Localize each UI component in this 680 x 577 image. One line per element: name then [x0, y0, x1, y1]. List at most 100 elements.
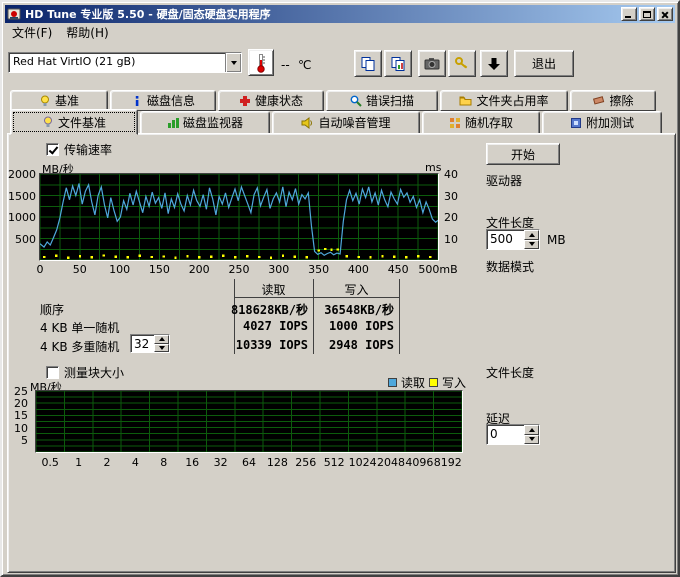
menu-help[interactable]: 帮助(H) [59, 22, 115, 43]
tab-disk-info[interactable]: 磁盘信息 [110, 90, 216, 111]
tick-label: 350 [308, 263, 329, 276]
screenshot-button[interactable] [418, 50, 446, 77]
stepper-up-icon[interactable] [524, 230, 539, 240]
tick-label: 500 [2, 233, 36, 246]
tab-erase[interactable]: 擦除 [570, 90, 656, 111]
tab-random-access[interactable]: 随机存取 [422, 111, 540, 134]
tick-label: 256 [295, 456, 316, 469]
tick-label: 25 [2, 385, 28, 398]
tick-label: 5 [2, 434, 28, 447]
tab-error-scan[interactable]: 错误扫描 [326, 90, 438, 111]
copy-button[interactable] [354, 50, 382, 77]
tick-label: 40 [444, 168, 458, 181]
tick-label: 8 [160, 456, 167, 469]
chart1-x-axis: 050100150200250300350400450500mB [40, 263, 440, 275]
thermometer-icon [255, 53, 267, 73]
camera-icon [424, 57, 440, 71]
transfer-rate-checkbox-label: 传输速率 [64, 141, 112, 158]
drive-label: 驱动器 [486, 172, 522, 189]
delay-value: 0 [487, 425, 524, 444]
sequential-read-value: 818628KB/秒 [216, 301, 308, 318]
tick-label: 64 [242, 456, 256, 469]
tab-file-benchmark[interactable]: 文件基准 [10, 109, 138, 135]
tab-disk-monitor[interactable]: 磁盘监视器 [140, 111, 270, 134]
exit-button[interactable]: 退出 [514, 50, 574, 77]
tick-label: 4 [132, 456, 139, 469]
temperature-value: -- [281, 58, 290, 72]
tick-label: 15 [2, 409, 28, 422]
tick-label: 1024 [349, 456, 377, 469]
start-button[interactable]: 开始 [486, 143, 560, 165]
stepper-up-icon[interactable] [524, 425, 539, 435]
maximize-icon [643, 11, 651, 18]
block-size-chart [35, 390, 463, 453]
tick-label: 20 [444, 211, 458, 224]
maximize-button[interactable] [639, 7, 655, 21]
tick-label: 2 [104, 456, 111, 469]
tick-label: 10 [444, 233, 458, 246]
stepper-down-icon[interactable] [154, 344, 169, 353]
tick-label: 450 [388, 263, 409, 276]
tick-label: 1500 [2, 190, 36, 203]
tab-label: 磁盘监视器 [183, 114, 243, 131]
tab-aam[interactable]: 自动噪音管理 [272, 111, 420, 134]
tick-label: 400 [348, 263, 369, 276]
transfer-rate-chart [39, 173, 439, 261]
tab-label: 文件基准 [58, 114, 106, 131]
close-button[interactable] [657, 7, 673, 21]
file-length-stepper[interactable]: 500 [486, 229, 540, 250]
copy-image-button[interactable] [384, 50, 412, 77]
transfer-rate-checkbox[interactable]: 传输速率 [46, 141, 112, 158]
tick-label: 500mB [418, 263, 457, 276]
tick-label: 4096 [405, 456, 433, 469]
read-column-header: 读取 [234, 281, 313, 298]
tab-benchmark[interactable]: 基准 [10, 90, 108, 111]
row-4k-single-label: 4 KB 单一随机 [40, 319, 119, 336]
tick-label: 10 [2, 422, 28, 435]
menu-file[interactable]: 文件(F) [5, 22, 59, 43]
tick-label: 1 [75, 456, 82, 469]
minimize-button[interactable] [621, 7, 637, 21]
options-button[interactable] [448, 50, 476, 77]
folder-icon [459, 95, 472, 106]
stepper-up-icon[interactable] [154, 335, 169, 344]
drive-select[interactable]: Red Hat VirtIO (21 gB) [8, 52, 242, 73]
copy-icon [360, 56, 376, 72]
save-button[interactable] [480, 50, 508, 77]
tick-label: 30 [444, 190, 458, 203]
title-bar[interactable]: HD Tune 专业版 5.50 - 硬盘/固态硬盘实用程序 [5, 5, 675, 23]
random-dots-icon [449, 117, 461, 129]
queue-depth-stepper[interactable]: 32 [130, 334, 170, 353]
stepper-down-icon[interactable] [524, 435, 539, 445]
menu-bar: 文件(F) 帮助(H) [5, 23, 675, 42]
queue-depth-value: 32 [131, 335, 154, 352]
delay-stepper[interactable]: 0 [486, 424, 540, 445]
tick-label: 512 [324, 456, 345, 469]
tab-extra-tests[interactable]: 附加测试 [542, 111, 662, 134]
copy-image-icon [390, 56, 406, 72]
tab-folder-usage[interactable]: 文件夹占用率 [440, 90, 568, 111]
chevron-down-icon[interactable] [225, 53, 241, 72]
tab-health[interactable]: 健康状态 [218, 90, 324, 111]
bar-chart-icon [167, 117, 179, 129]
legend-write-label: 写入 [442, 374, 466, 391]
4k-single-read-value: 4027 IOPS [216, 319, 308, 333]
block-size-checkbox-label: 测量块大小 [64, 364, 124, 381]
tick-label: 0 [37, 263, 44, 276]
temperature-button[interactable] [248, 49, 274, 76]
data-mode-label: 数据模式 [486, 258, 534, 275]
checkbox-checked-icon [46, 143, 59, 156]
temperature-unit: ℃ [298, 58, 311, 72]
tick-label: 8192 [434, 456, 462, 469]
health-cross-icon [239, 95, 251, 107]
4k-single-write-value: 1000 IOPS [318, 319, 394, 333]
start-button-label: 开始 [511, 146, 535, 163]
info-icon [131, 95, 143, 107]
tab-label: 错误扫描 [366, 92, 414, 109]
stepper-down-icon[interactable] [524, 240, 539, 250]
legend-read-swatch [388, 378, 397, 387]
row-sequential-label: 顺序 [40, 301, 64, 318]
keys-icon [454, 56, 470, 72]
chart2-y-axis: 252015105 [2, 385, 28, 450]
table-divider [399, 279, 400, 354]
